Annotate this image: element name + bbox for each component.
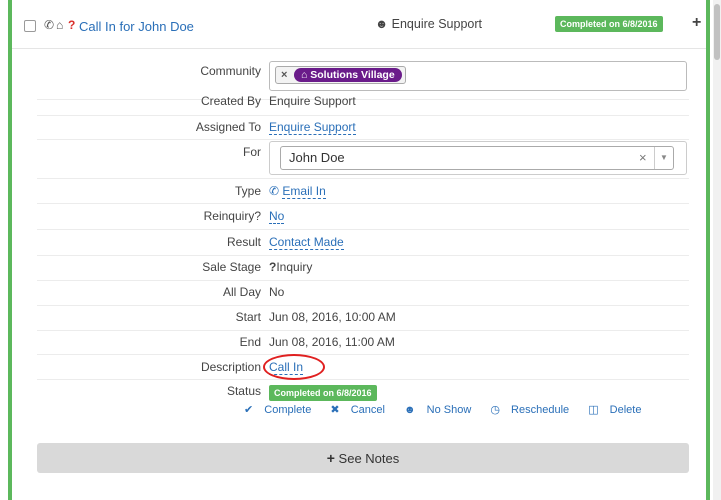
owner-name: Enquire Support (391, 17, 482, 31)
no-show-action[interactable]: ☻ No Show (404, 404, 479, 416)
chevron-down-icon[interactable]: ▼ (654, 147, 673, 169)
activity-card: ✆ ⌂ ? Call In for John Doe ☻ Enquire Sup… (8, 0, 710, 500)
status-badge: Completed on 6/8/2016 (555, 16, 663, 32)
select-checkbox[interactable] (24, 20, 36, 32)
description-row: Description Call In (37, 355, 689, 380)
plus-icon: + (326, 450, 335, 466)
for-label: For (243, 145, 261, 159)
remove-tag-icon[interactable]: × (281, 67, 287, 83)
for-selected-value: John Doe (289, 150, 345, 165)
phone-icon: ✆ (269, 184, 280, 198)
reinquiry-row: Reinquiry? No (37, 204, 689, 230)
community-label: Community (200, 64, 261, 78)
trash-icon: ◫ (588, 404, 599, 416)
clock-icon: ◷ (490, 404, 500, 416)
community-tag: × ⌂ Solutions Village (275, 66, 406, 84)
no-show-label: No Show (426, 404, 472, 416)
reinquiry-value[interactable]: No (269, 209, 285, 224)
for-select[interactable]: John Doe × ▼ (280, 146, 674, 170)
expand-icon[interactable]: + (692, 14, 701, 32)
start-label: Start (235, 310, 261, 324)
description-label: Description (200, 360, 261, 374)
reinquiry-label: Reinquiry? (203, 209, 261, 223)
result-label: Result (226, 235, 261, 249)
home-icon: ⌂ (56, 18, 64, 32)
all-day-label: All Day (222, 285, 261, 299)
phone-icon: ✆ (44, 18, 55, 32)
assigned-to-value[interactable]: Enquire Support (269, 120, 356, 135)
page-scrollbar[interactable] (713, 0, 721, 500)
for-field: John Doe × ▼ (269, 141, 687, 175)
user-icon: ☻ (375, 17, 389, 31)
type-label: Type (234, 184, 261, 198)
all-day-value: No (269, 285, 285, 299)
close-icon: ✖ (330, 404, 340, 416)
type-link[interactable]: Email In (282, 184, 326, 199)
community-tag-label: Solutions Village (310, 69, 395, 81)
type-value: ✆ Email In (269, 184, 326, 199)
see-notes-label: See Notes (338, 451, 400, 466)
created-by-label: Created By (200, 94, 261, 108)
activity-owner: ☻ Enquire Support (375, 17, 482, 31)
result-value[interactable]: Contact Made (269, 235, 344, 250)
result-row: Result Contact Made (37, 230, 689, 256)
sale-stage-row: Sale Stage ?Inquiry (37, 255, 689, 281)
clear-icon[interactable]: × (639, 150, 647, 165)
highlight-annotation (263, 354, 325, 380)
status-actions: ✔ Complete ✖ Cancel ☻ No Show ◷ Reschedu… (244, 403, 657, 416)
created-by-value: Enquire Support (269, 94, 356, 108)
type-row: Type ✆ Email In (37, 179, 689, 204)
assigned-to-row: Assigned To Enquire Support (37, 115, 689, 140)
sale-stage-text: Inquiry (276, 260, 313, 274)
reschedule-label: Reschedule (511, 404, 570, 416)
reschedule-action[interactable]: ◷ Reschedule (490, 404, 577, 416)
user-icon: ☻ (404, 404, 416, 416)
activity-title: Call In for John Doe (79, 19, 194, 34)
cancel-label: Cancel (350, 404, 385, 416)
complete-action[interactable]: ✔ Complete (244, 404, 319, 416)
contact-link[interactable]: John Doe (138, 19, 194, 34)
start-value: Jun 08, 2016, 10:00 AM (269, 310, 396, 324)
status-label: Status (226, 384, 261, 398)
for-row: For John Doe × ▼ (37, 140, 689, 179)
delete-label: Delete (609, 404, 642, 416)
sale-stage-value: ?Inquiry (269, 260, 312, 274)
start-row: Start Jun 08, 2016, 10:00 AM (37, 305, 689, 331)
community-input[interactable]: × ⌂ Solutions Village (269, 61, 687, 91)
created-by-row: Created By Enquire Support (37, 91, 689, 116)
end-value: Jun 08, 2016, 11:00 AM (269, 335, 395, 349)
activity-type-link[interactable]: Call In for (79, 19, 135, 34)
check-icon: ✔ (244, 404, 254, 416)
scrollbar-thumb[interactable] (714, 4, 720, 60)
home-icon: ⌂ (301, 69, 308, 81)
assigned-to-label: Assigned To (195, 120, 261, 134)
see-notes-button[interactable]: + See Notes (37, 443, 689, 473)
status-row-badge: Completed on 6/8/2016 (269, 385, 377, 401)
delete-action[interactable]: ◫ Delete (588, 404, 649, 416)
end-row: End Jun 08, 2016, 11:00 AM (37, 330, 689, 355)
activity-header: ✆ ⌂ ? Call In for John Doe ☻ Enquire Sup… (12, 0, 706, 49)
question-icon: ? (68, 18, 76, 32)
complete-label: Complete (264, 404, 312, 416)
end-label: End (239, 335, 261, 349)
all-day-row: All Day No (37, 280, 689, 306)
sale-stage-label: Sale Stage (202, 260, 261, 274)
cancel-action[interactable]: ✖ Cancel (330, 404, 393, 416)
